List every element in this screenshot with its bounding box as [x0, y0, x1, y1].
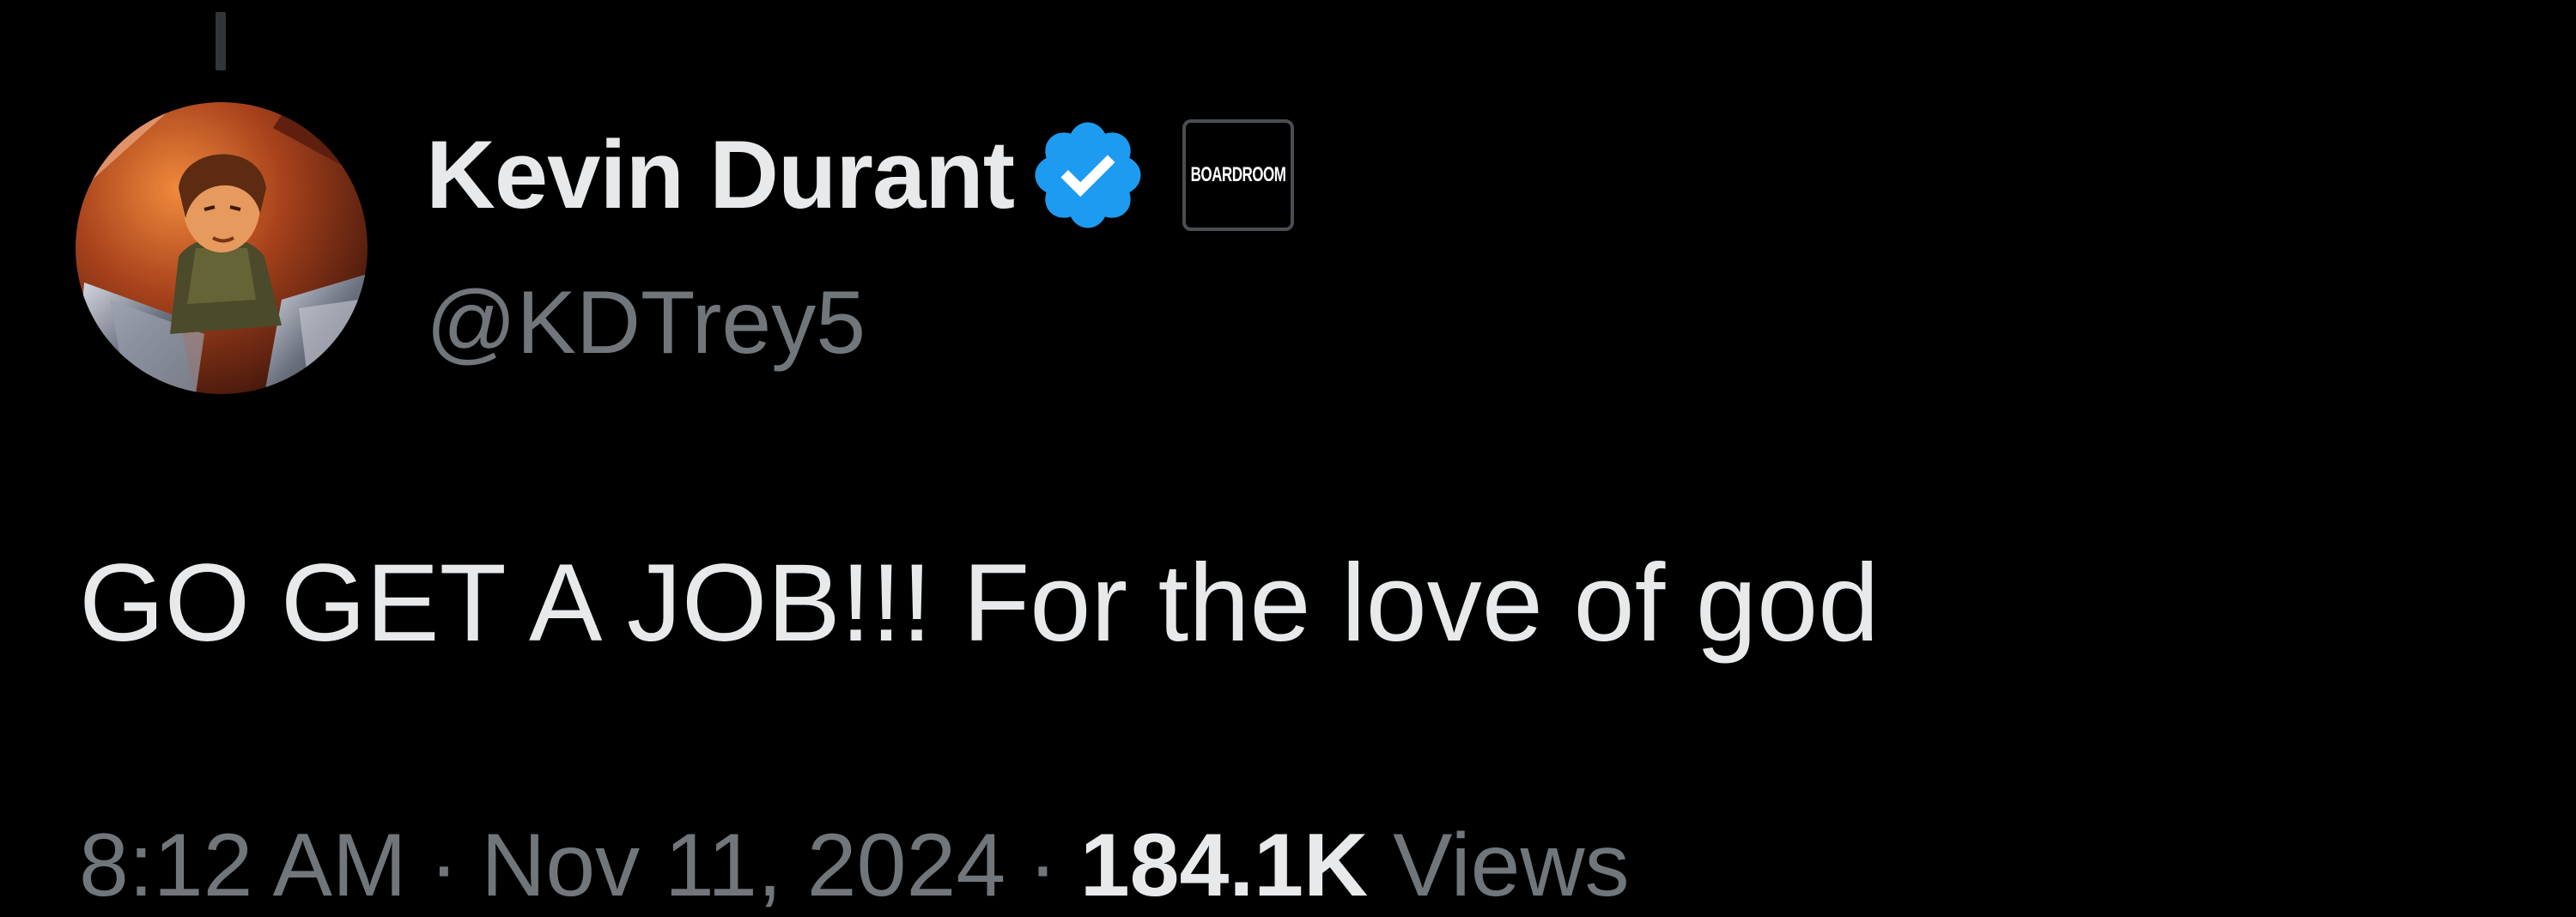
tweet-date[interactable]: Nov 11, 2024 — [481, 816, 1005, 915]
views-count[interactable]: 184.1K — [1080, 816, 1368, 915]
tweet-text: GO GET A JOB!!! For the love of god — [79, 542, 1880, 665]
affiliate-badge-label: BOARDROOM — [1190, 163, 1286, 186]
thread-connector-line — [216, 12, 226, 70]
avatar-image — [76, 102, 368, 394]
meta-separator: · — [428, 816, 459, 915]
verified-badge-icon[interactable] — [1026, 113, 1150, 237]
affiliate-badge[interactable]: BOARDROOM — [1182, 119, 1294, 231]
tweet-meta-row: 8:12 AM · Nov 11, 2024 · 184.1K Views — [79, 814, 1630, 917]
views-label: Views — [1393, 816, 1630, 915]
avatar[interactable] — [76, 102, 368, 394]
author-handle[interactable]: @KDTrey5 — [426, 271, 866, 374]
meta-separator: · — [1028, 816, 1058, 915]
tweet-time[interactable]: 8:12 AM — [79, 816, 407, 915]
author-display-name[interactable]: Kevin Durant — [426, 115, 1015, 235]
author-name-row: Kevin Durant BOARDROOM — [426, 115, 1294, 235]
